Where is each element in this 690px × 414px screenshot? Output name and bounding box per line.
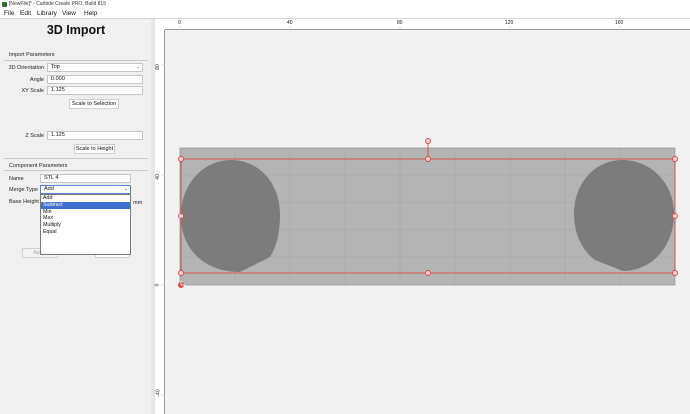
left-circle-cutout <box>181 160 280 272</box>
canvas-drawing <box>161 26 678 396</box>
right-circle-cutout <box>574 160 674 271</box>
